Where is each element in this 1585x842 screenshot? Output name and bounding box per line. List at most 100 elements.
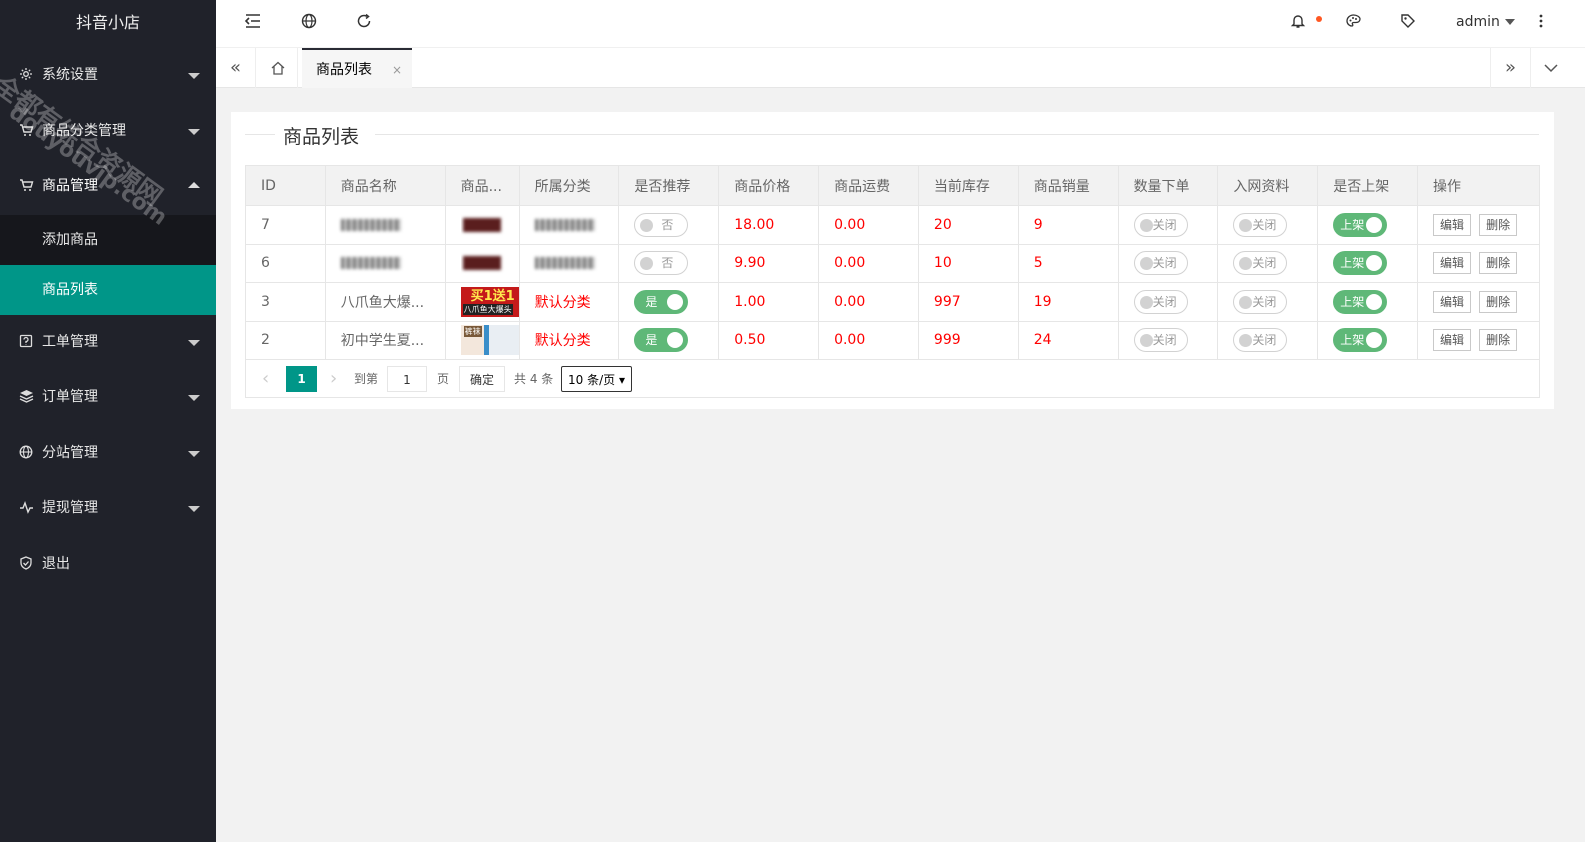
- chevron-down-icon: [188, 339, 200, 346]
- table-header-cell: 当前库存: [917, 165, 1019, 206]
- shelf-toggle[interactable]: 上架: [1333, 328, 1388, 353]
- goto-page-input[interactable]: 1: [387, 366, 427, 392]
- edit-button[interactable]: 编辑: [1433, 252, 1472, 275]
- cell-qty-order: 关闭: [1117, 282, 1219, 322]
- tag-icon[interactable]: [1397, 13, 1419, 35]
- shelf-toggle[interactable]: 上架: [1333, 212, 1388, 237]
- more-vertical-icon[interactable]: [1530, 13, 1552, 35]
- net-info-toggle[interactable]: 关闭: [1233, 328, 1288, 353]
- product-thumbnail[interactable]: [460, 209, 519, 240]
- palette-icon[interactable]: [1342, 13, 1364, 35]
- home-icon[interactable]: [258, 48, 298, 88]
- cell-price: 9.90: [718, 243, 820, 283]
- cell-qty-order: 关闭: [1117, 205, 1219, 245]
- recommend-toggle[interactable]: 是: [634, 289, 689, 314]
- cell-shelf: 上架: [1317, 205, 1419, 245]
- page-size-select[interactable]: 10 条/页 ▾: [561, 366, 632, 392]
- product-thumbnail[interactable]: 裤袜: [460, 325, 519, 356]
- product-table: ID 商品名称 商品... 所属分类 是否推荐 商品价格 商品运费 当前库存 商品销量 数量下单入…: [245, 165, 1540, 360]
- net-info-toggle[interactable]: 关闭: [1233, 212, 1288, 237]
- table-header-cell: 所属分类: [518, 165, 620, 206]
- next-page-icon[interactable]: ›: [330, 366, 337, 392]
- user-menu[interactable]: admin: [1456, 14, 1515, 30]
- blurred-name: [340, 257, 401, 270]
- sidebar-subitem-0[interactable]: 添加商品: [0, 215, 216, 265]
- app-logo-title: 抖音小店: [75, 13, 140, 32]
- cell-freight: 0.00: [818, 205, 919, 245]
- table-header-cell: 商品运费: [818, 165, 919, 206]
- cell-category: [518, 243, 620, 283]
- cell-stock: 10: [917, 243, 1019, 283]
- product-thumbnail[interactable]: 买1送1 八爪鱼大爆头: [460, 286, 519, 317]
- recommend-toggle[interactable]: 是: [634, 328, 689, 353]
- gear-icon: [18, 50, 34, 105]
- edit-button[interactable]: 编辑: [1433, 329, 1472, 352]
- cell-sales: 5: [1017, 243, 1119, 283]
- tab-product-list[interactable]: 商品列表 ×: [302, 48, 412, 88]
- tabs-dropdown-icon[interactable]: [1530, 48, 1570, 88]
- chevron-up-icon: [188, 182, 200, 188]
- sidebar-subitem-1[interactable]: 商品列表: [0, 264, 216, 315]
- sidebar-item-5[interactable]: 分站管理: [0, 426, 216, 482]
- prev-page-icon[interactable]: ‹: [262, 366, 269, 392]
- confirm-button[interactable]: 确定: [459, 366, 506, 392]
- recommend-toggle[interactable]: 否: [634, 212, 689, 237]
- table-header-cell: 是否上架: [1317, 165, 1419, 206]
- cart-icon: [18, 106, 34, 161]
- net-info-toggle[interactable]: 关闭: [1233, 289, 1288, 314]
- sidebar-item-label: 提现管理: [42, 500, 98, 516]
- delete-button[interactable]: 删除: [1479, 329, 1518, 352]
- chevron-down-icon: [188, 506, 200, 512]
- delete-button[interactable]: 删除: [1479, 290, 1518, 313]
- sidebar-item-7[interactable]: 退出: [0, 537, 216, 593]
- sidebar-item-1[interactable]: 商品分类管理: [0, 104, 216, 160]
- cell-sales: 9: [1017, 205, 1119, 245]
- cell-price: 18.00: [718, 205, 820, 245]
- sidebar-item-2[interactable]: 商品管理: [0, 159, 216, 215]
- tabs-scroll-left-icon[interactable]: «: [216, 48, 256, 88]
- cell-actions: 编辑 删除: [1417, 243, 1540, 283]
- delete-button[interactable]: 删除: [1479, 213, 1518, 236]
- recommend-toggle[interactable]: 否: [634, 251, 689, 276]
- tabs-scroll-right-icon[interactable]: »: [1490, 48, 1530, 88]
- legend-line-right: [375, 134, 1539, 135]
- close-icon[interactable]: ×: [392, 50, 402, 90]
- sidebar-item-0[interactable]: 系统设置: [0, 48, 216, 104]
- cell-freight: 0.00: [818, 243, 919, 283]
- net-info-toggle[interactable]: 关闭: [1233, 251, 1288, 276]
- panel-title: 商品列表: [275, 122, 368, 149]
- qty-order-toggle[interactable]: 关闭: [1133, 212, 1188, 237]
- qty-order-toggle[interactable]: 关闭: [1133, 251, 1188, 276]
- shelf-toggle[interactable]: 上架: [1333, 289, 1388, 314]
- cell-category: 默认分类: [518, 282, 620, 322]
- cell-id: 6: [245, 243, 326, 283]
- menu-collapse-icon[interactable]: [242, 13, 264, 35]
- sidebar-item-3[interactable]: 工单管理: [0, 315, 216, 371]
- category-name: 默认分类: [534, 333, 591, 350]
- edit-button[interactable]: 编辑: [1433, 213, 1472, 236]
- bell-icon[interactable]: [1287, 13, 1309, 35]
- globe-icon[interactable]: [298, 13, 320, 35]
- sidebar-item-4[interactable]: 订单管理: [0, 370, 216, 426]
- delete-button[interactable]: 删除: [1479, 252, 1518, 275]
- chevron-down-icon: [188, 128, 200, 135]
- shelf-toggle[interactable]: 上架: [1333, 251, 1388, 276]
- thumbnail-text: 裤袜: [463, 326, 482, 338]
- table-header-cell: 入网资料: [1217, 165, 1319, 206]
- refresh-icon[interactable]: [353, 13, 375, 35]
- product-thumbnail[interactable]: [460, 248, 519, 279]
- table-header-row: ID 商品名称 商品... 所属分类 是否推荐 商品价格 商品运费 当前库存 商品销量 数量下单入…: [245, 165, 1540, 206]
- blurred-category: [534, 218, 595, 231]
- cell-stock: 20: [917, 205, 1019, 245]
- edit-button[interactable]: 编辑: [1433, 290, 1472, 313]
- table-header-cell: 是否推荐: [618, 165, 720, 206]
- sidebar: 抖音小店 系统设置 商品分类管理商品管理添加商品 商品列表 工单管理订单管理分站管理提…: [0, 0, 216, 842]
- sidebar-item-label: 订单管理: [42, 389, 98, 405]
- qty-order-toggle[interactable]: 关闭: [1133, 328, 1188, 353]
- sidebar-item-6[interactable]: 提现管理: [0, 481, 216, 537]
- sidebar-item-label: 商品管理: [42, 178, 98, 194]
- qty-order-toggle[interactable]: 关闭: [1133, 289, 1188, 314]
- page-1[interactable]: 1: [286, 366, 317, 392]
- cell-net-info: 关闭: [1217, 243, 1319, 283]
- cell-sales: 24: [1017, 320, 1119, 360]
